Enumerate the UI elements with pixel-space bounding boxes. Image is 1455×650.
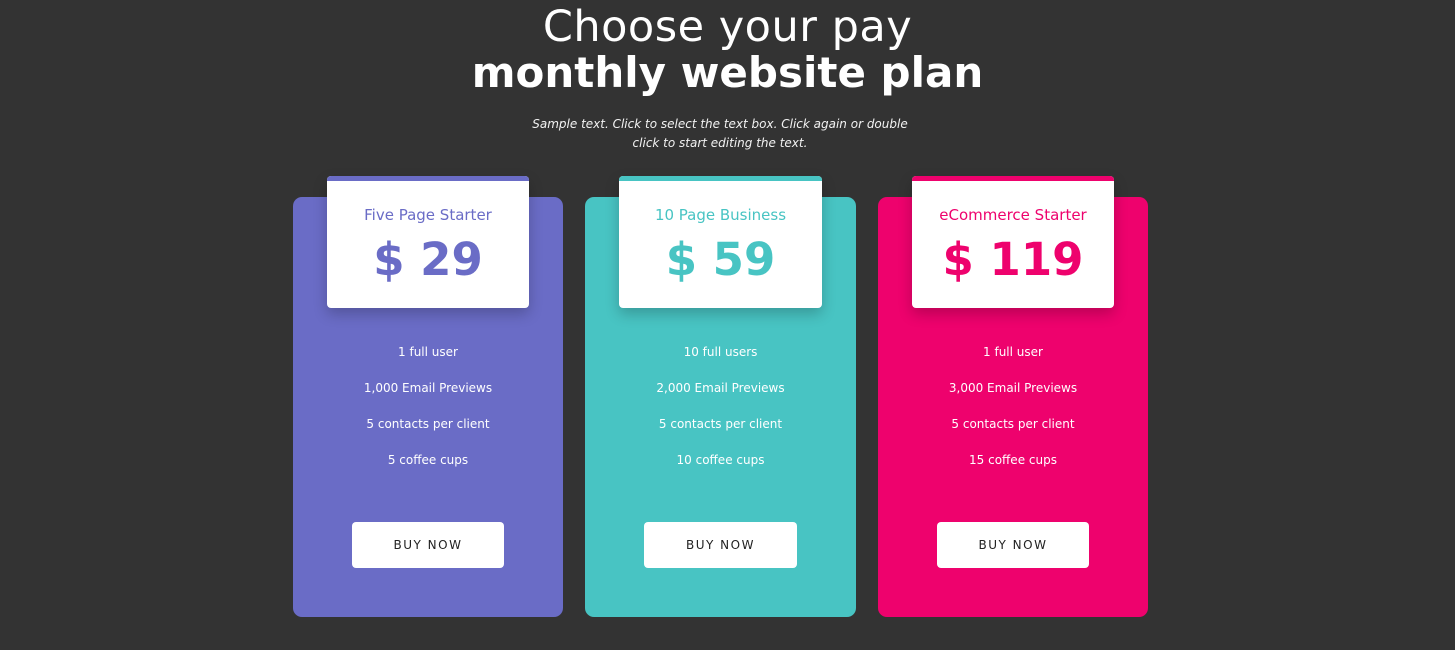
feature-list: 1 full user 1,000 Email Previews 5 conta… bbox=[293, 343, 563, 487]
price-box: eCommerce Starter $ 119 bbox=[912, 176, 1114, 308]
title-line-1: Choose your pay bbox=[542, 2, 913, 52]
feature-item: 1 full user bbox=[983, 345, 1043, 359]
plan-name: Five Page Starter bbox=[364, 206, 492, 224]
feature-item: 5 coffee cups bbox=[387, 453, 469, 467]
price-box: 10 Page Business $ 59 bbox=[619, 176, 822, 308]
feature-item: 5 contacts per client bbox=[366, 417, 490, 431]
plan-name: 10 Page Business bbox=[654, 206, 787, 224]
plan-name: eCommerce Starter bbox=[939, 206, 1087, 224]
feature-item: 1 full user bbox=[398, 345, 458, 359]
plan-price: $ 29 bbox=[373, 233, 483, 286]
price-box: Five Page Starter $ 29 bbox=[327, 176, 529, 308]
feature-item: 2,000 Email Previews bbox=[656, 381, 785, 395]
pricing-card-five-page-starter: Five Page Starter $ 29 1 full user 1,000… bbox=[293, 176, 563, 617]
plan-price: $ 59 bbox=[665, 233, 776, 286]
pricing-card-ecommerce-starter: eCommerce Starter $ 119 1 full user 3,00… bbox=[878, 176, 1148, 617]
plan-price: $ 119 bbox=[942, 233, 1084, 286]
feature-list: 1 full user 3,000 Email Previews 5 conta… bbox=[878, 343, 1148, 487]
pricing-card-10-page-business: 10 Page Business $ 59 10 full users 2,00… bbox=[585, 176, 856, 617]
feature-item: 1,000 Email Previews bbox=[363, 381, 493, 395]
intro-text[interactable]: Sample text. Click to select the text bo… bbox=[520, 115, 920, 153]
feature-item: 3,000 Email Previews bbox=[948, 381, 1078, 395]
page-title: Choose your pay monthly website plan bbox=[0, 4, 1455, 96]
feature-item: 10 coffee cups bbox=[676, 453, 765, 467]
buy-now-button[interactable]: BUY NOW bbox=[352, 522, 504, 568]
feature-item: 5 contacts per client bbox=[951, 417, 1075, 431]
feature-item: 10 full users bbox=[683, 345, 758, 359]
title-line-2: monthly website plan bbox=[471, 48, 984, 98]
pricing-section: Choose your pay monthly website plan Sam… bbox=[0, 0, 1455, 650]
buy-now-button[interactable]: BUY NOW bbox=[937, 522, 1089, 568]
buy-now-button[interactable]: BUY NOW bbox=[644, 522, 797, 568]
feature-list: 10 full users 2,000 Email Previews 5 con… bbox=[585, 343, 856, 487]
feature-item: 5 contacts per client bbox=[658, 417, 783, 431]
feature-item: 15 coffee cups bbox=[969, 453, 1057, 467]
